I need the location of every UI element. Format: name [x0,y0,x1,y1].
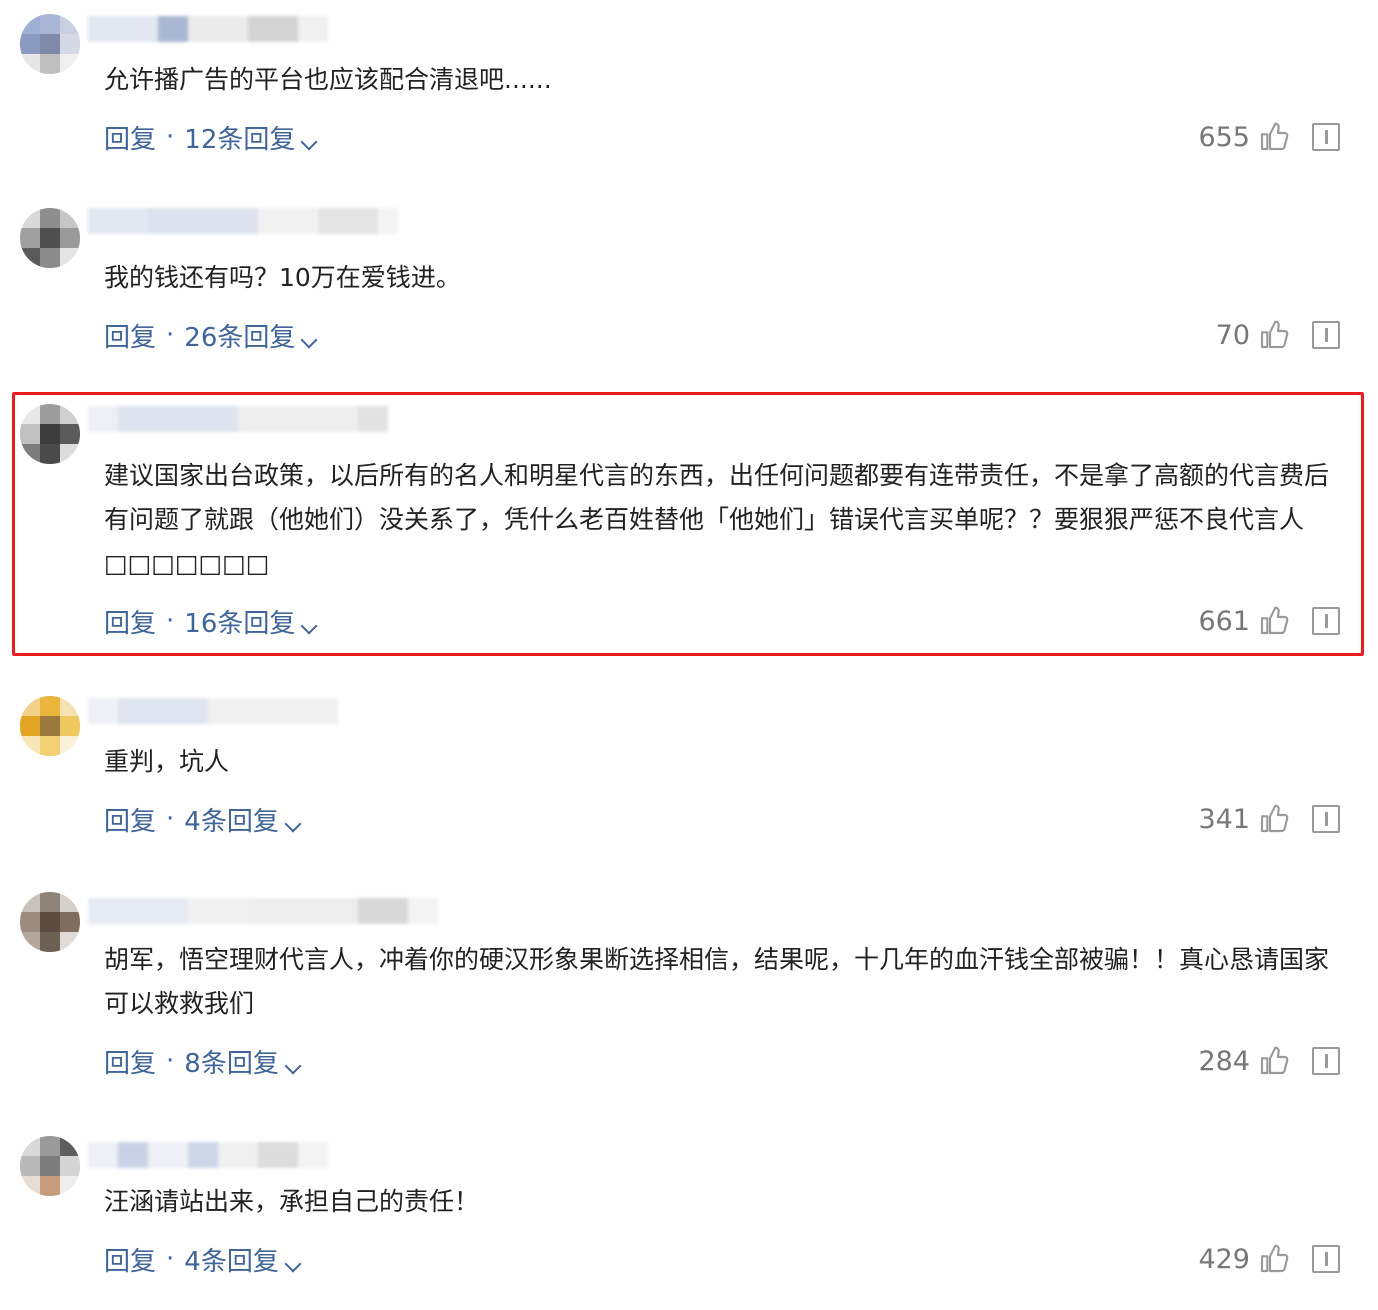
username-blurred[interactable] [88,696,338,726]
comment-meta: 661 [1198,601,1340,641]
comment-actions: 回复 · 16条回复 [104,601,318,641]
username-blurred[interactable] [88,206,398,236]
comment-actions: 回复 · 8条回复 [104,1041,302,1081]
like-count: 655 [1198,121,1250,153]
replies-count: 12条回复 [184,124,296,155]
chevron-down-icon [300,617,318,634]
report-icon[interactable] [1312,1047,1340,1075]
separator: · [166,122,175,152]
replies-toggle[interactable]: 4条回复 [184,801,302,838]
comment-actions: 回复 · 26条回复 [104,315,318,355]
report-icon[interactable] [1312,123,1340,151]
username-blurred[interactable] [88,1140,328,1170]
separator: · [166,320,175,350]
comment-text: 胡军，悟空理财代言人，冲着你的硬汉形象果断选择相信，结果呢，十几年的血汗钱全部被… [104,945,1330,1018]
thumbs-up-icon[interactable] [1258,803,1290,835]
replies-count: 4条回复 [184,1246,279,1277]
thumbs-up-icon[interactable] [1258,121,1290,153]
reply-button[interactable]: 回复 [104,603,156,640]
avatar[interactable] [20,404,80,464]
comment-text: 汪涵请站出来，承担自己的责任！ [104,1187,480,1216]
replies-count: 26条回复 [184,322,296,353]
comment-text: 我的钱还有吗？10万在爱钱进。 [104,263,461,292]
report-icon[interactable] [1312,321,1340,349]
avatar[interactable] [20,208,80,268]
replies-toggle[interactable]: 4条回复 [184,1241,302,1278]
comment-text: 重判，坑人 [104,747,230,776]
replies-toggle[interactable]: 8条回复 [184,1043,302,1080]
username-blurred[interactable] [88,896,438,926]
comment-text: 允许播广告的平台也应该配合清退吧...... [104,65,552,94]
avatar[interactable] [20,14,80,74]
separator: · [166,804,175,834]
like-count: 284 [1198,1045,1250,1077]
thumbs-up-icon[interactable] [1258,1045,1290,1077]
separator: · [166,606,175,636]
replies-toggle[interactable]: 26条回复 [184,317,318,354]
comment-actions: 回复 · 4条回复 [104,1239,302,1279]
comment-meta: 655 [1198,117,1340,157]
reply-button[interactable]: 回复 [104,1043,156,1080]
comment-text: 建议国家出台政策，以后所有的名人和明星代言的东西，出任何问题都要有连带责任，不是… [104,461,1330,578]
like-count: 429 [1198,1243,1250,1275]
chevron-down-icon [284,815,302,832]
like-count: 341 [1198,803,1250,835]
comment-meta: 70 [1216,315,1340,355]
separator: · [166,1046,175,1076]
reply-button[interactable]: 回复 [104,1241,156,1278]
comment-actions: 回复 · 12条回复 [104,117,318,157]
avatar[interactable] [20,696,80,756]
report-icon[interactable] [1312,1245,1340,1273]
comment-actions: 回复 · 4条回复 [104,799,302,839]
reply-button[interactable]: 回复 [104,119,156,156]
thumbs-up-icon[interactable] [1258,1243,1290,1275]
report-icon[interactable] [1312,607,1340,635]
avatar[interactable] [20,1136,80,1196]
like-count: 661 [1198,605,1250,637]
reply-button[interactable]: 回复 [104,317,156,354]
replies-count: 16条回复 [184,608,296,639]
like-count: 70 [1215,319,1250,351]
thumbs-up-icon[interactable] [1258,605,1290,637]
comment-meta: 429 [1198,1239,1340,1279]
chevron-down-icon [300,133,318,150]
report-icon[interactable] [1312,805,1340,833]
replies-toggle[interactable]: 16条回复 [184,603,318,640]
comment-meta: 341 [1198,799,1340,839]
comment-meta: 284 [1198,1041,1340,1081]
separator: · [166,1244,175,1274]
chevron-down-icon [284,1057,302,1074]
avatar[interactable] [20,892,80,952]
replies-count: 4条回复 [184,806,279,837]
chevron-down-icon [300,331,318,348]
thumbs-up-icon[interactable] [1258,319,1290,351]
replies-count: 8条回复 [184,1048,279,1079]
replies-toggle[interactable]: 12条回复 [184,119,318,156]
username-blurred[interactable] [88,404,388,434]
username-blurred[interactable] [88,14,328,44]
chevron-down-icon [284,1255,302,1272]
reply-button[interactable]: 回复 [104,801,156,838]
